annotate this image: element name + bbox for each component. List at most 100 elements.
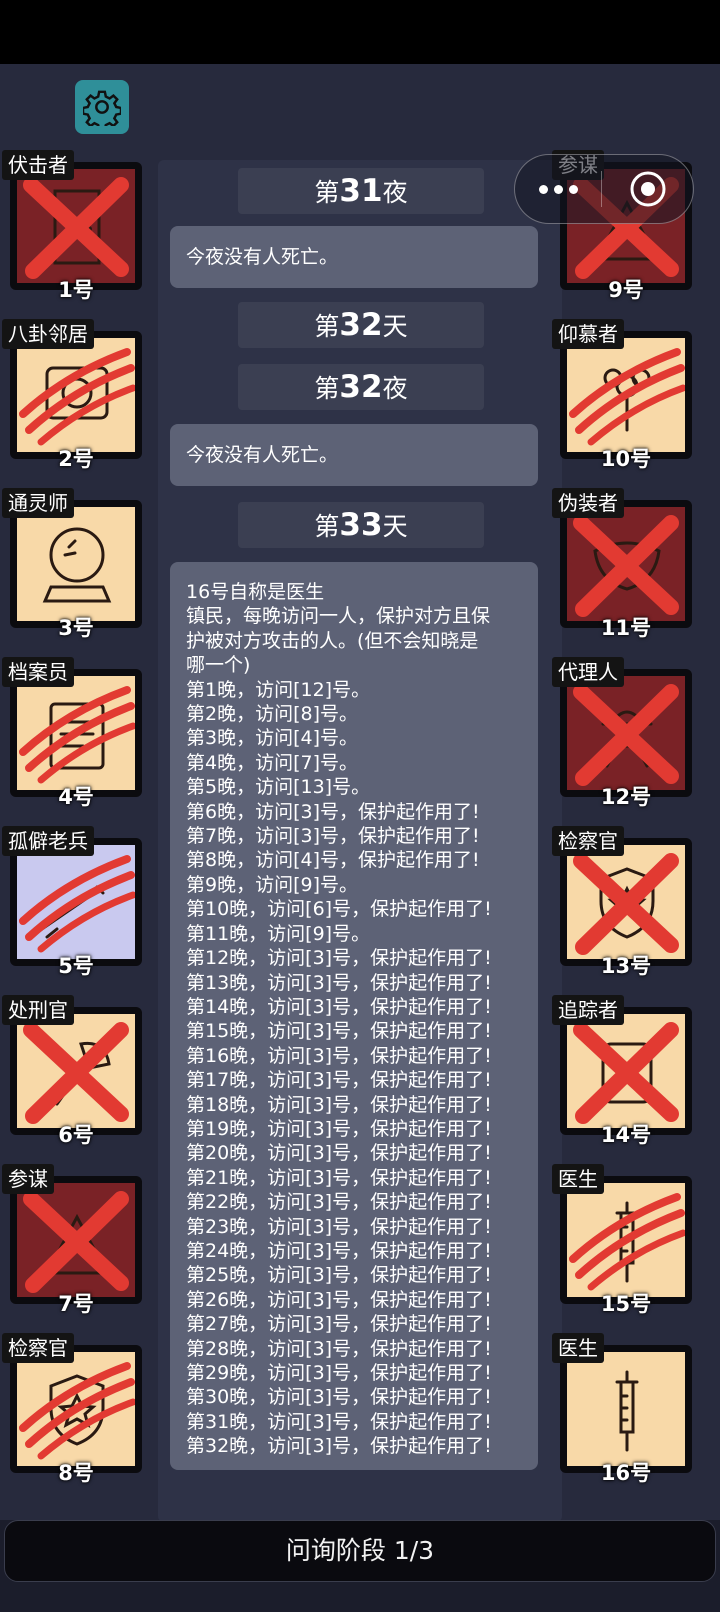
player-portrait <box>560 331 692 459</box>
dead-x-mark <box>23 1022 129 1124</box>
portrait-background <box>567 676 685 790</box>
role-label: 伪装者 <box>552 488 624 518</box>
player-portrait <box>560 1345 692 1473</box>
claim-line: 第5晚，访问[13]号。 <box>186 776 371 799</box>
claw-mark <box>569 348 685 446</box>
claim-line: 第1晚，访问[12]号。 <box>186 678 371 701</box>
portrait-background <box>567 507 685 621</box>
syringe-icon <box>615 1370 639 1452</box>
portrait-background <box>567 1014 685 1128</box>
player-card[interactable]: 伪装者 11号 <box>552 488 692 640</box>
role-label: 通灵师 <box>2 488 74 518</box>
player-card[interactable]: 档案员 4号 <box>2 657 142 809</box>
claim-message: 16号自称是医生 镇民，每晚访问一人，保护对方且保 护被对方攻击的人。(但不会知晓是… <box>170 562 538 1470</box>
player-portrait <box>560 500 692 628</box>
portrait-background <box>17 676 135 790</box>
claim-line: 第16晚，访问[3]号，保护起作用了! <box>186 1044 492 1067</box>
role-label: 检察官 <box>2 1333 74 1363</box>
night-message: 今夜没有人死亡。 <box>170 226 538 288</box>
claim-line: 第27晚，访问[3]号，保护起作用了! <box>186 1313 492 1336</box>
role-label: 代理人 <box>552 657 624 687</box>
claim-line: 第14晚，访问[3]号，保护起作用了! <box>186 995 492 1018</box>
player-number: 5号 <box>58 954 94 978</box>
role-label: 档案员 <box>2 657 74 687</box>
player-card[interactable]: 代理人 12号 <box>552 657 692 809</box>
claim-line: 第8晚，访问[4]号，保护起作用了! <box>186 849 480 872</box>
claim-line: 第24晚，访问[3]号，保护起作用了! <box>186 1239 492 1262</box>
role-label: 伏击者 <box>2 150 74 180</box>
player-portrait <box>10 669 142 797</box>
claim-line: 第22晚，访问[3]号，保护起作用了! <box>186 1191 492 1214</box>
player-card[interactable]: 八卦邻居 2号 <box>2 319 142 471</box>
player-card[interactable]: 检察官 13号 <box>552 826 692 978</box>
target-circle-icon <box>630 171 665 207</box>
player-portrait <box>10 838 142 966</box>
player-number: 11号 <box>600 616 652 640</box>
player-number: 2号 <box>58 447 94 471</box>
more-dots-icon[interactable] <box>515 184 601 194</box>
player-number: 12号 <box>600 785 652 809</box>
portrait-background <box>17 507 135 621</box>
player-card[interactable]: 参谋 7号 <box>2 1164 142 1316</box>
dead-x-mark <box>573 853 679 955</box>
claim-line: 第18晚，访问[3]号，保护起作用了! <box>186 1093 492 1116</box>
player-portrait <box>10 1345 142 1473</box>
player-number: 1号 <box>58 278 94 302</box>
portrait-background <box>567 1183 685 1297</box>
claim-line: 镇民，每晚访问一人，保护对方且保 <box>186 605 491 628</box>
claim-line: 第31晚，访问[3]号，保护起作用了! <box>186 1410 492 1433</box>
player-portrait <box>560 1007 692 1135</box>
player-number: 7号 <box>58 1292 94 1316</box>
claim-line: 第9晚，访问[9]号。 <box>186 873 359 896</box>
claim-line: 第19晚，访问[3]号，保护起作用了! <box>186 1117 492 1140</box>
settings-button[interactable] <box>75 80 129 134</box>
player-card[interactable]: 处刑官 6号 <box>2 995 142 1147</box>
role-label: 仰慕者 <box>552 319 624 349</box>
claim-line: 16号自称是医生 <box>186 581 325 603</box>
claim-line: 第2晚，访问[8]号。 <box>186 703 359 726</box>
player-card[interactable]: 医生 15号 <box>552 1164 692 1316</box>
game-log[interactable]: 第31夜 今夜没有人死亡。 第32天 第32夜 今夜没有人死亡。 第33天 16… <box>158 160 562 1522</box>
claw-mark <box>19 855 135 953</box>
player-number: 6号 <box>58 1123 94 1147</box>
dead-x-mark <box>573 1022 679 1124</box>
claim-line: 第20晚，访问[3]号，保护起作用了! <box>186 1142 492 1165</box>
player-number: 8号 <box>58 1461 94 1485</box>
portrait-background <box>17 845 135 959</box>
player-portrait <box>10 500 142 628</box>
claim-line: 第17晚，访问[3]号，保护起作用了! <box>186 1069 492 1092</box>
player-number: 10号 <box>600 447 652 471</box>
close-button[interactable] <box>602 169 693 209</box>
dead-x-mark <box>23 1191 129 1293</box>
player-card[interactable]: 检察官 8号 <box>2 1333 142 1485</box>
player-card[interactable]: 仰慕者 10号 <box>552 319 692 471</box>
player-card[interactable]: 通灵师 3号 <box>2 488 142 640</box>
portrait-background <box>567 338 685 452</box>
role-label: 处刑官 <box>2 995 74 1025</box>
claim-line: 第25晚，访问[3]号，保护起作用了! <box>186 1264 492 1287</box>
role-label: 孤僻老兵 <box>2 826 94 856</box>
claim-line: 第32晚，访问[3]号，保护起作用了! <box>186 1435 492 1458</box>
player-card[interactable]: 追踪者 14号 <box>552 995 692 1147</box>
player-number: 15号 <box>600 1292 652 1316</box>
claim-line: 护被对方攻击的人。(但不会知晓是 <box>186 629 479 652</box>
claim-line: 哪一个) <box>186 654 251 677</box>
claim-line: 第7晚，访问[3]号，保护起作用了! <box>186 825 480 848</box>
player-card[interactable]: 孤僻老兵 5号 <box>2 826 142 978</box>
player-portrait <box>10 1007 142 1135</box>
player-number: 13号 <box>600 954 652 978</box>
dead-x-mark <box>573 515 679 617</box>
role-label: 参谋 <box>2 1164 54 1194</box>
role-label: 医生 <box>552 1333 604 1363</box>
player-number: 16号 <box>600 1461 652 1485</box>
player-card[interactable]: 医生 16号 <box>552 1333 692 1485</box>
phase-header-night-32: 第32夜 <box>238 364 484 410</box>
gear-icon <box>83 90 121 126</box>
claim-line: 第11晚，访问[9]号。 <box>186 922 371 945</box>
claim-line: 第12晚，访问[3]号，保护起作用了! <box>186 947 492 970</box>
player-card[interactable]: 伏击者 1号 <box>2 150 142 302</box>
portrait-background <box>17 169 135 283</box>
claw-mark <box>19 686 135 784</box>
role-label: 追踪者 <box>552 995 624 1025</box>
mini-program-capsule <box>514 154 694 224</box>
